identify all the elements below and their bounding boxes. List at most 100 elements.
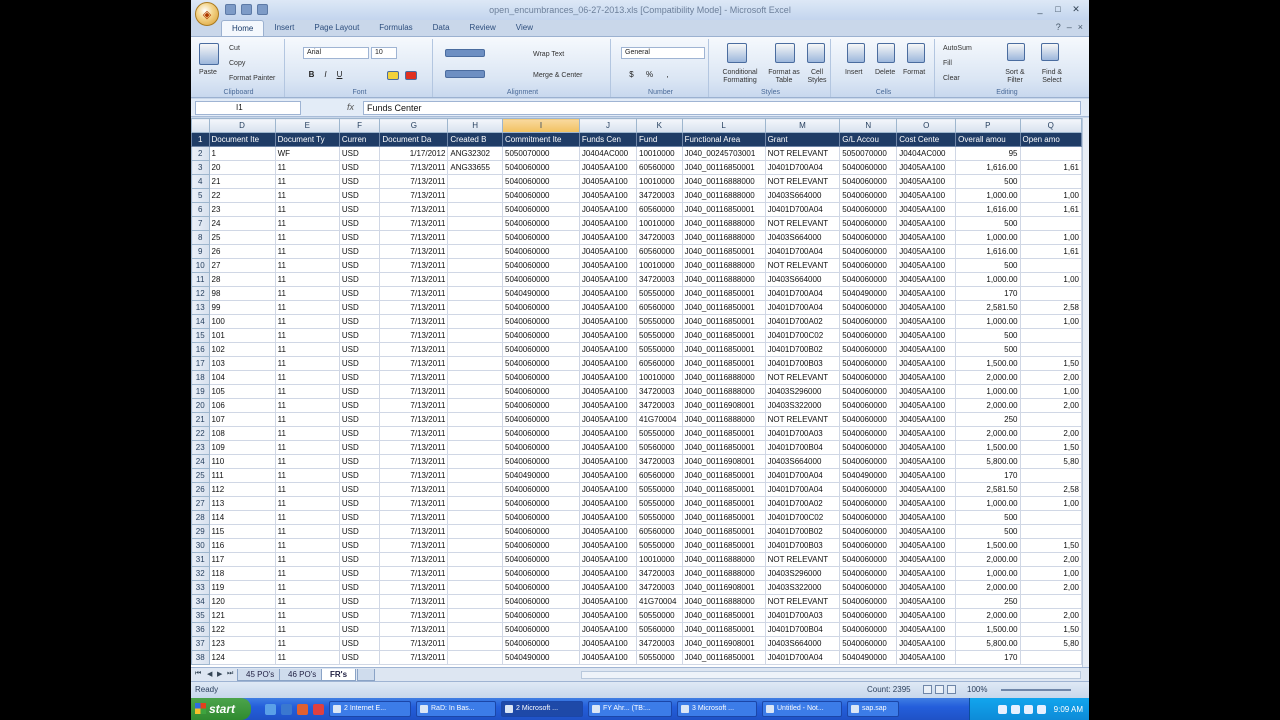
row-header[interactable]: 3 [191,160,210,175]
cell[interactable]: 7/13/2011 [379,608,449,623]
cell[interactable]: J040_00116908001 [681,580,766,595]
row-header[interactable]: 37 [191,636,210,651]
cell[interactable]: 7/13/2011 [379,272,449,287]
cell[interactable]: 5040060000 [502,384,580,399]
cell[interactable]: 99 [208,300,276,315]
cell[interactable]: J0405AA100 [896,370,957,385]
cell[interactable] [447,258,503,273]
cell[interactable]: J0405AA100 [578,356,638,371]
cell[interactable]: 1,00 [1019,272,1082,287]
cell[interactable] [1019,412,1082,427]
cell[interactable] [447,342,503,357]
row-header[interactable]: 18 [191,370,210,385]
cell[interactable] [447,538,503,553]
cell[interactable]: 500 [955,510,1021,525]
task-rad[interactable]: RaD: In Bas... [416,701,496,717]
cell[interactable]: 1,61 [1019,160,1082,175]
cell[interactable]: USD [338,342,381,357]
cell[interactable] [447,608,503,623]
cell[interactable]: 11 [274,258,340,273]
cell[interactable]: 500 [955,174,1021,189]
cell[interactable]: 50550000 [636,342,683,357]
cell[interactable]: 5040060000 [502,426,580,441]
cell[interactable]: J0405AA100 [578,258,638,273]
column-header[interactable]: O [896,118,957,133]
cell[interactable]: 112 [208,482,276,497]
cell[interactable]: 11 [274,384,340,399]
cell[interactable]: NOT RELEVANT [764,174,841,189]
cell[interactable]: 109 [208,440,276,455]
cell[interactable]: USD [338,300,381,315]
cell[interactable] [447,356,503,371]
cell[interactable]: J0405AA100 [578,440,638,455]
cell[interactable]: J040_00116850001 [681,468,766,483]
cell[interactable]: 11 [274,160,340,175]
cell[interactable]: 20 [208,160,276,175]
header-cell[interactable]: Grant [764,132,841,147]
cell[interactable]: J0403S664000 [764,454,841,469]
cell[interactable]: 41G70004 [636,594,683,609]
cell[interactable]: 7/13/2011 [379,594,449,609]
cell[interactable]: 2,000.00 [955,580,1021,595]
cell[interactable]: J040_00116850001 [681,482,766,497]
cell[interactable]: USD [338,384,381,399]
cell[interactable]: USD [338,650,381,665]
cell[interactable]: 11 [274,370,340,385]
cell[interactable] [447,524,503,539]
cell[interactable] [1019,216,1082,231]
cell[interactable] [1019,286,1082,301]
cell[interactable]: 5040060000 [839,398,898,413]
cell[interactable] [447,384,503,399]
row-header[interactable]: 16 [191,342,210,357]
tab-formulas[interactable]: Formulas [369,20,422,36]
cell[interactable]: USD [338,412,381,427]
cell[interactable]: J040_00116850001 [681,496,766,511]
column-header[interactable]: P [955,118,1021,133]
cell[interactable]: J0401D700A04 [764,650,841,665]
cell[interactable]: 2,000.00 [955,370,1021,385]
cell[interactable]: USD [338,426,381,441]
first-sheet-icon[interactable]: ⏮ [195,670,201,678]
row-header[interactable]: 34 [191,594,210,609]
cell[interactable]: 113 [208,496,276,511]
fill-color-icon[interactable] [387,71,399,80]
cell[interactable] [447,188,503,203]
cell[interactable]: USD [338,314,381,329]
cell[interactable]: J0405AA100 [578,300,638,315]
cell-styles-button[interactable]: Cell Styles [805,69,829,85]
cell[interactable]: 170 [955,468,1021,483]
cell[interactable]: 1,50 [1019,622,1082,637]
page-break-view-icon[interactable] [947,685,956,694]
cell[interactable]: J0403S322000 [764,580,841,595]
row-header[interactable]: 25 [191,468,210,483]
find-select-button[interactable]: Find & Select [1035,69,1069,85]
cell[interactable]: 7/13/2011 [379,524,449,539]
cell[interactable]: J0405AA100 [578,314,638,329]
cell[interactable]: 5040060000 [839,188,898,203]
sort-filter-button[interactable]: Sort & Filter [997,69,1033,85]
office-button[interactable]: ◈ [195,2,219,26]
cell[interactable]: 1,61 [1019,202,1082,217]
cell[interactable]: 11 [274,482,340,497]
cell[interactable]: 7/13/2011 [379,342,449,357]
row-header[interactable]: 20 [191,398,210,413]
cell[interactable]: J0405AA100 [578,454,638,469]
cell[interactable]: J0401D700A04 [764,244,841,259]
row-header[interactable]: 13 [191,300,210,315]
cell[interactable]: 2,000.00 [955,426,1021,441]
cell[interactable]: NOT RELEVANT [764,412,841,427]
cell[interactable]: 124 [208,650,276,665]
paste-label[interactable]: Paste [199,69,217,76]
sheet-tab-frs[interactable]: FR's [321,669,357,681]
cell[interactable]: J0405AA100 [896,328,957,343]
cell[interactable]: J040_00116850001 [681,202,766,217]
cell[interactable]: 5040060000 [502,202,580,217]
cell[interactable]: 10010000 [636,216,683,231]
cell[interactable]: NOT RELEVANT [764,216,841,231]
cell[interactable]: 5050070000 [502,146,580,161]
delete-cells-button[interactable]: Delete [875,69,895,76]
cell[interactable] [447,650,503,665]
cell[interactable]: J0401D700A02 [764,496,841,511]
cell[interactable]: USD [338,286,381,301]
fill-button[interactable]: Fill [943,60,952,67]
